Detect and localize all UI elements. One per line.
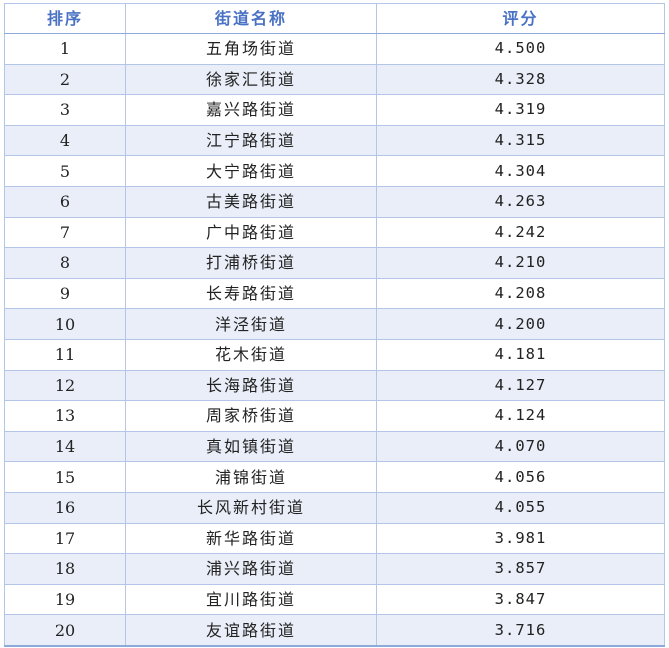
- rank-cell: 5: [4, 155, 126, 187]
- rank-cell: 17: [4, 522, 126, 555]
- rank-cell: 16: [4, 491, 126, 524]
- rank-cell: 8: [4, 247, 126, 279]
- rank-cell: 12: [4, 369, 126, 402]
- table-row: 20 友谊路街道 3.716: [4, 614, 665, 647]
- score-cell: 4.210: [376, 247, 665, 279]
- table-row: 16 长风新村街道 4.055: [4, 491, 665, 524]
- table-row: 3 嘉兴路街道 4.319: [4, 94, 665, 126]
- table-row: 7 广中路街道 4.242: [4, 216, 665, 249]
- street-name-cell: 友谊路街道: [125, 614, 377, 647]
- table-header: 排序 街道名称 评分: [4, 3, 665, 34]
- table-row: 11 花木街道 4.181: [4, 338, 665, 371]
- rank-cell: 4: [4, 124, 126, 157]
- street-name-cell: 长海路街道: [125, 369, 377, 402]
- rank-cell: 1: [4, 33, 126, 65]
- street-name-cell: 徐家汇街道: [125, 63, 377, 96]
- ranking-table-container: 排序 街道名称 评分 1 五角场街道 4.500 2 徐家汇街道 4.328 3 嘉兴路街道 4…: [4, 3, 665, 647]
- table-body: 1 五角场街道 4.500 2 徐家汇街道 4.328 3 嘉兴路街道 4.319 4 江宁路街道 4…: [4, 33, 665, 647]
- street-name-cell: 花木街道: [125, 338, 377, 371]
- table-row: 14 真如镇街道 4.070: [4, 430, 665, 463]
- rank-cell: 19: [4, 583, 126, 616]
- street-name-cell: 长风新村街道: [125, 491, 377, 524]
- street-name-cell: 广中路街道: [125, 216, 377, 249]
- street-name-cell: 长寿路街道: [125, 277, 377, 310]
- rank-cell: 15: [4, 461, 126, 493]
- street-name-cell: 浦兴路街道: [125, 553, 377, 585]
- score-cell: 4.328: [376, 63, 665, 96]
- table-row: 18 浦兴路街道 3.857: [4, 553, 665, 585]
- street-name-cell: 新华路街道: [125, 522, 377, 555]
- table-row: 6 古美路街道 4.263: [4, 185, 665, 218]
- table-row: 13 周家桥街道 4.124: [4, 400, 665, 432]
- street-name-cell: 五角场街道: [125, 33, 377, 65]
- score-cell: 4.263: [376, 185, 665, 218]
- header-street-name: 街道名称: [125, 3, 377, 34]
- score-cell: 4.500: [376, 33, 665, 65]
- score-cell: 4.124: [376, 400, 665, 432]
- street-name-cell: 大宁路街道: [125, 155, 377, 187]
- table-row: 17 新华路街道 3.981: [4, 522, 665, 555]
- score-cell: 3.981: [376, 522, 665, 555]
- rank-cell: 20: [4, 614, 126, 647]
- rank-cell: 10: [4, 308, 126, 340]
- street-ranking-table: 排序 街道名称 评分 1 五角场街道 4.500 2 徐家汇街道 4.328 3 嘉兴路街道 4…: [4, 3, 665, 647]
- table-row: 9 长寿路街道 4.208: [4, 277, 665, 310]
- table-row: 15 浦锦街道 4.056: [4, 461, 665, 493]
- score-cell: 4.315: [376, 124, 665, 157]
- rank-cell: 11: [4, 338, 126, 371]
- score-cell: 4.242: [376, 216, 665, 249]
- score-cell: 3.857: [376, 553, 665, 585]
- street-name-cell: 周家桥街道: [125, 400, 377, 432]
- street-name-cell: 浦锦街道: [125, 461, 377, 493]
- score-cell: 4.208: [376, 277, 665, 310]
- street-name-cell: 嘉兴路街道: [125, 94, 377, 126]
- score-cell: 4.055: [376, 491, 665, 524]
- street-name-cell: 江宁路街道: [125, 124, 377, 157]
- score-cell: 4.181: [376, 338, 665, 371]
- score-cell: 4.304: [376, 155, 665, 187]
- score-cell: 4.070: [376, 430, 665, 463]
- table-row: 12 长海路街道 4.127: [4, 369, 665, 402]
- rank-cell: 9: [4, 277, 126, 310]
- table-row: 1 五角场街道 4.500: [4, 33, 665, 65]
- table-row: 10 洋泾街道 4.200: [4, 308, 665, 340]
- rank-cell: 2: [4, 63, 126, 96]
- street-name-cell: 真如镇街道: [125, 430, 377, 463]
- score-cell: 4.200: [376, 308, 665, 340]
- header-score: 评分: [376, 3, 665, 34]
- street-name-cell: 洋泾街道: [125, 308, 377, 340]
- rank-cell: 14: [4, 430, 126, 463]
- street-name-cell: 宜川路街道: [125, 583, 377, 616]
- table-row: 4 江宁路街道 4.315: [4, 124, 665, 157]
- score-cell: 4.127: [376, 369, 665, 402]
- table-row: 5 大宁路街道 4.304: [4, 155, 665, 187]
- rank-cell: 7: [4, 216, 126, 249]
- header-row: 排序 街道名称 评分: [4, 3, 665, 34]
- street-name-cell: 古美路街道: [125, 185, 377, 218]
- rank-cell: 6: [4, 185, 126, 218]
- table-row: 19 宜川路街道 3.847: [4, 583, 665, 616]
- street-name-cell: 打浦桥街道: [125, 247, 377, 279]
- table-row: 8 打浦桥街道 4.210: [4, 247, 665, 279]
- table-row: 2 徐家汇街道 4.328: [4, 63, 665, 96]
- score-cell: 4.319: [376, 94, 665, 126]
- score-cell: 3.716: [376, 614, 665, 647]
- rank-cell: 3: [4, 94, 126, 126]
- rank-cell: 13: [4, 400, 126, 432]
- score-cell: 4.056: [376, 461, 665, 493]
- score-cell: 3.847: [376, 583, 665, 616]
- header-rank: 排序: [4, 3, 126, 34]
- rank-cell: 18: [4, 553, 126, 585]
